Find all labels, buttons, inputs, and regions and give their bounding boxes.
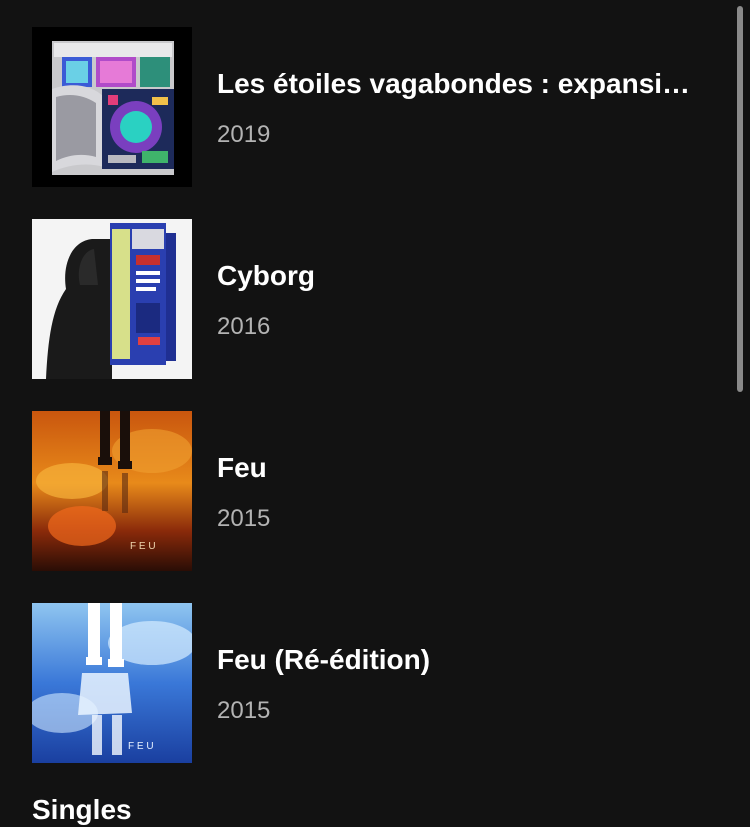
album-list: Les étoiles vagabondes : expansi… 2019 C… — [0, 0, 750, 805]
album-row-cyborg[interactable]: Cyborg 2016 — [0, 219, 735, 379]
album-year: 2016 — [217, 313, 271, 340]
album-title: Les étoiles vagabondes : expansi… — [217, 68, 691, 99]
scrollbar-thumb[interactable] — [737, 6, 743, 392]
album-year: 2015 — [217, 505, 271, 532]
feu-artwork: F E U — [32, 411, 192, 571]
album-year: 2019 — [217, 121, 271, 148]
album-row-les-etoiles-vagabondes[interactable]: Les étoiles vagabondes : expansi… 2019 — [0, 27, 735, 187]
next-section-heading: Singles — [32, 794, 132, 825]
album-year: 2015 — [217, 697, 271, 724]
feu-cover-text: F E U — [130, 541, 156, 552]
etoiles-vagabondes-artwork — [32, 27, 192, 187]
album-title: Feu — [217, 452, 267, 483]
album-row-feu-reedition[interactable]: F E U Feu (Ré-édition) 2015 — [0, 603, 735, 763]
album-cover-image — [32, 27, 192, 187]
feu-reedition-cover-text: F E U — [128, 741, 154, 752]
cyborg-artwork — [32, 219, 192, 379]
album-title: Feu (Ré-édition) — [217, 644, 431, 675]
album-row-feu[interactable]: F E U Feu 2015 — [0, 411, 735, 571]
album-cover-image — [32, 219, 192, 379]
feu-reedition-artwork: F E U — [32, 603, 192, 763]
album-cover-image: F E U — [32, 603, 192, 763]
album-cover-image: F E U — [32, 411, 192, 571]
album-title: Cyborg — [217, 260, 315, 291]
